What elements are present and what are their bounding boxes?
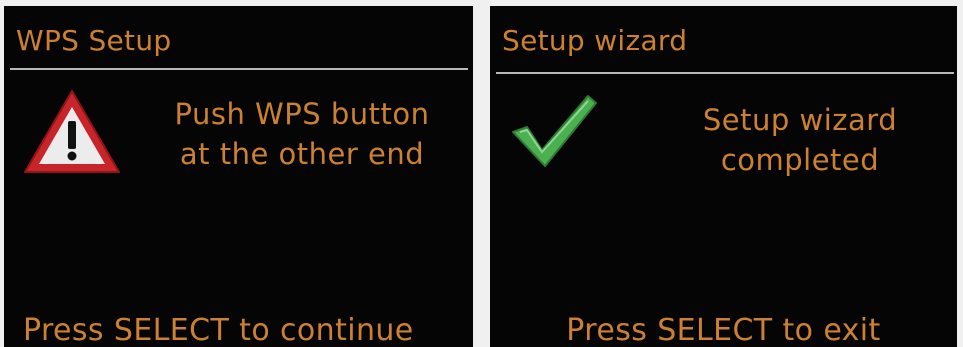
check-icon [512, 95, 597, 167]
title-divider [496, 72, 954, 74]
message-line-1: Push WPS button [174, 97, 430, 131]
warning-icon [24, 90, 120, 173]
message-line-1: Setup wizard [702, 103, 898, 137]
screen-title: Setup wizard [502, 24, 688, 57]
message-line-2: completed [720, 143, 880, 177]
screen-title: WPS Setup [16, 24, 172, 57]
wps-setup-screen: WPS Setup Push WPS button at the other e… [4, 6, 473, 347]
title-divider [10, 68, 468, 70]
device-screenshots: WPS Setup Push WPS button at the other e… [0, 0, 963, 347]
wizard-status-message: Setup wizard completed [660, 100, 940, 180]
continue-prompt: Press SELECT to continue [23, 313, 414, 347]
wps-instruction-message: Push WPS button at the other end [152, 94, 452, 174]
setup-wizard-screen: Setup wizard Setup wizard completed Pres… [490, 6, 957, 347]
message-line-2: at the other end [179, 137, 425, 171]
exit-prompt: Press SELECT to exit [566, 313, 881, 347]
